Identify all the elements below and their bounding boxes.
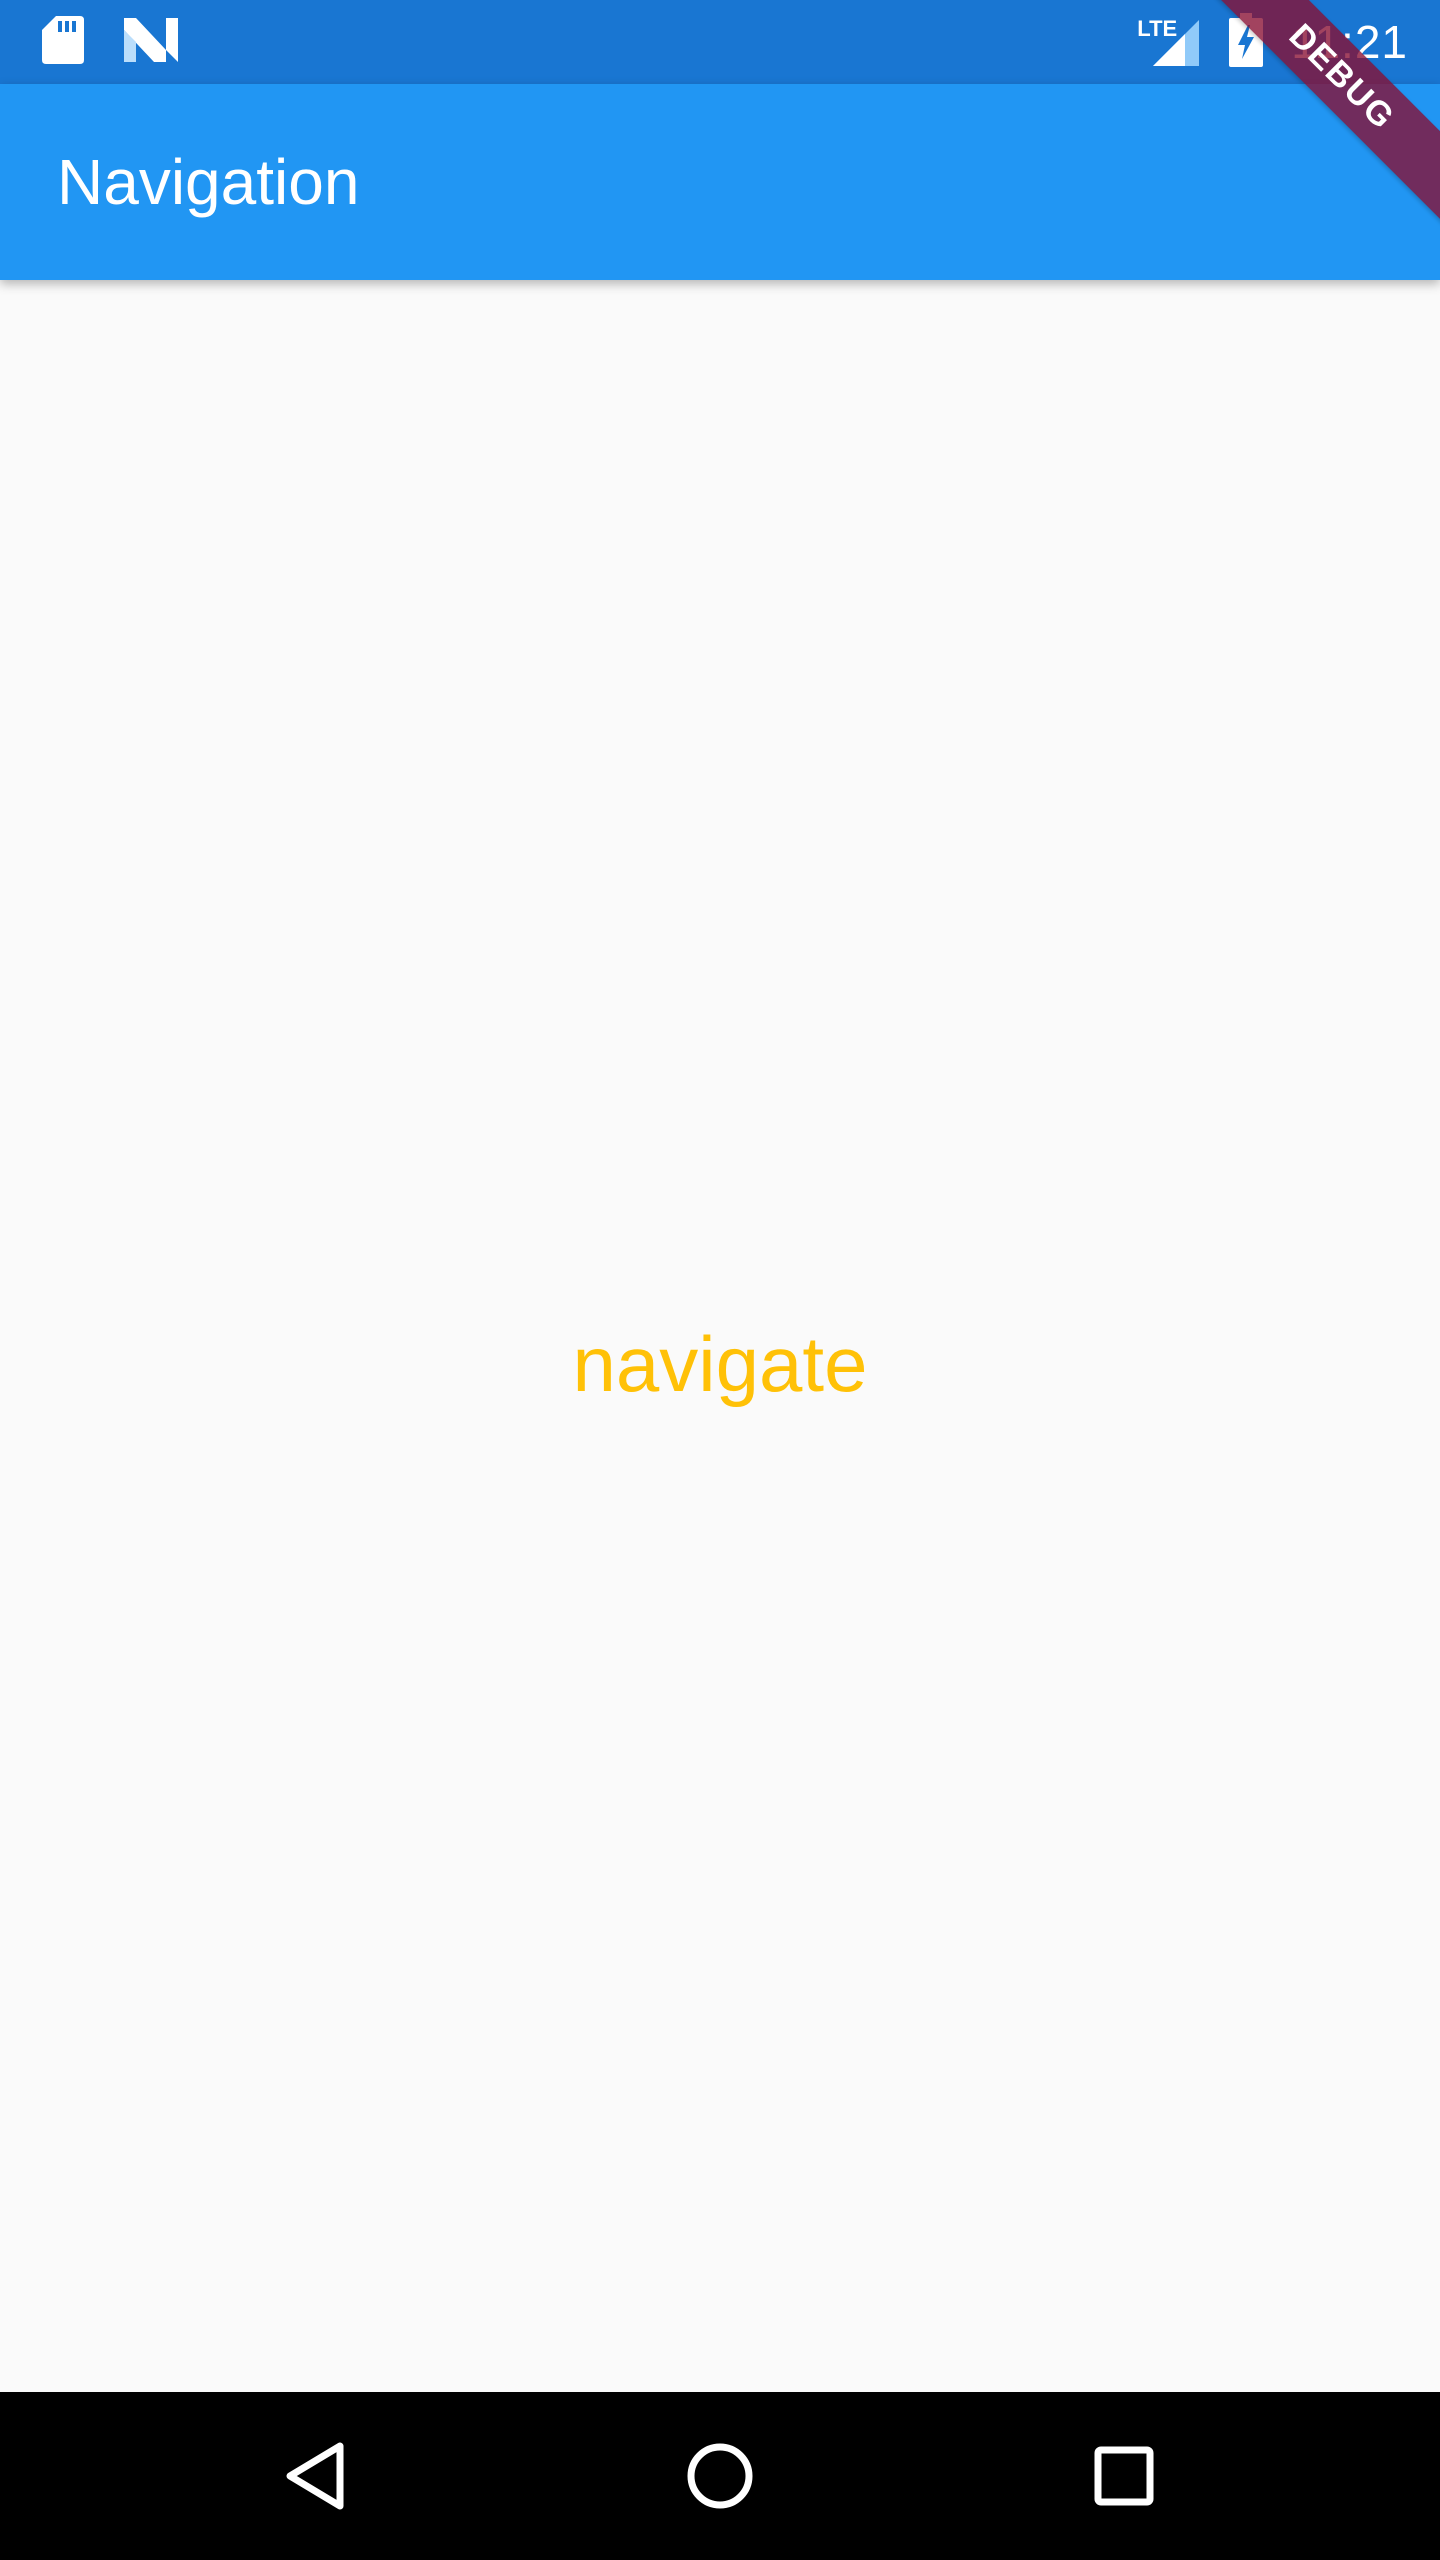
status-bar: LTE 11:21 [0, 0, 1440, 84]
back-icon [286, 2442, 344, 2510]
page-title: Navigation [57, 146, 360, 218]
navigate-button[interactable]: navigate [533, 1299, 908, 1430]
recents-icon [1094, 2446, 1154, 2506]
status-bar-left [42, 15, 178, 69]
system-nav-bar [0, 2392, 1440, 2560]
sd-card-icon [42, 15, 84, 69]
main-content: navigate [0, 280, 1440, 2392]
back-button[interactable] [266, 2426, 366, 2526]
home-button[interactable] [670, 2426, 770, 2526]
n-logo-icon [124, 17, 178, 67]
recents-button[interactable] [1074, 2426, 1174, 2526]
home-icon [687, 2443, 753, 2509]
signal-icon: LTE [1137, 16, 1201, 68]
app-screen: LTE 11:21 Navigation DEBUG navigate [0, 0, 1440, 2560]
app-bar: Navigation [0, 84, 1440, 280]
